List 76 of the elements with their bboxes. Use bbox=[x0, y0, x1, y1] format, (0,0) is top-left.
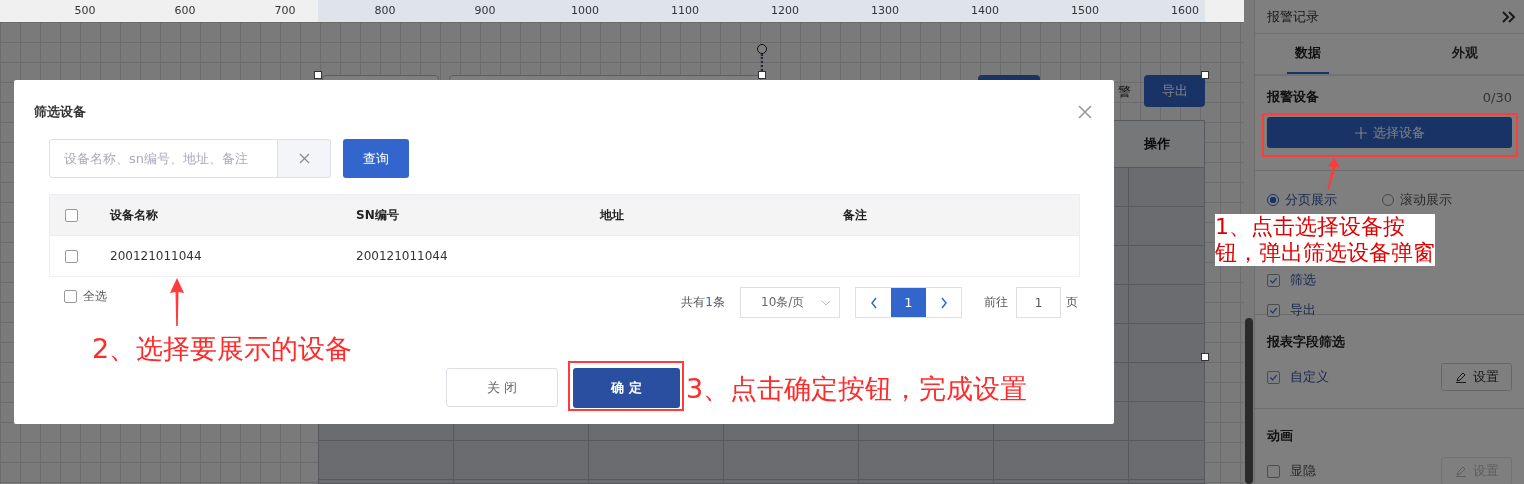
total-count: 共有1条 bbox=[681, 294, 725, 311]
column-header: 地址 bbox=[600, 207, 624, 222]
radio-label: 滚动展示 bbox=[1400, 191, 1453, 209]
checkbox-label: 导出 bbox=[1290, 301, 1317, 319]
page-size-select[interactable]: 10条/页 bbox=[740, 287, 840, 318]
alarm-label: 警 bbox=[1118, 83, 1131, 101]
checkbox[interactable] bbox=[1267, 464, 1281, 478]
ruler-label: 500 bbox=[73, 3, 97, 19]
dialog-title: 筛选设备 bbox=[34, 103, 86, 121]
tab[interactable]: 数据 bbox=[1287, 34, 1330, 74]
double-chevron-icon[interactable] bbox=[1502, 10, 1516, 23]
ruler-label: 1300 bbox=[870, 3, 900, 19]
section-title: 报表字段筛选 bbox=[1267, 334, 1346, 349]
search-field[interactable]: 设备名称、sn编号、地址、备注 bbox=[49, 139, 278, 178]
checkbox[interactable] bbox=[1267, 273, 1281, 287]
query-button[interactable]: 查询 bbox=[343, 139, 409, 178]
radio-button[interactable] bbox=[1267, 194, 1280, 206]
panel-title: 报警记录 bbox=[1267, 7, 1320, 26]
ruler-label: 1000 bbox=[570, 3, 600, 19]
ruler-label: 1100 bbox=[670, 3, 700, 19]
checkbox[interactable] bbox=[1267, 303, 1281, 317]
checkbox-label: 筛选 bbox=[1290, 271, 1317, 289]
checkbox[interactable] bbox=[65, 208, 78, 222]
annotation-text: 3、点击确定按钮，完成设置 bbox=[686, 372, 1028, 406]
confirm-button[interactable]: 确 定 bbox=[573, 368, 680, 408]
plus-icon bbox=[1354, 126, 1367, 139]
checkbox[interactable] bbox=[65, 249, 78, 263]
section-title: 动画 bbox=[1267, 428, 1294, 443]
resize-handle[interactable] bbox=[1201, 353, 1209, 361]
chevron-left-icon bbox=[869, 296, 878, 309]
close-button[interactable]: 关 闭 bbox=[446, 368, 558, 407]
annotation-text: 1、点击选择设备按 钮，弹出筛选设备弹窗 bbox=[1215, 214, 1435, 266]
annotation-text: 2、选择要展示的设备 bbox=[92, 332, 353, 366]
arrow bbox=[1327, 157, 1340, 191]
page-button[interactable]: 1 bbox=[891, 288, 926, 317]
device-count: 0/30 bbox=[1482, 89, 1512, 105]
resize-handle[interactable] bbox=[314, 71, 322, 79]
ruler-label: 1500 bbox=[1070, 3, 1100, 19]
checkbox[interactable] bbox=[1267, 370, 1281, 384]
rotate-handle[interactable] bbox=[757, 44, 767, 54]
checkbox[interactable] bbox=[64, 290, 77, 303]
close-icon[interactable] bbox=[1078, 105, 1092, 119]
checkbox-label: 全选 bbox=[83, 288, 107, 305]
column-header: 设备名称 bbox=[110, 207, 158, 222]
table-cell: 200121011044 bbox=[356, 249, 448, 263]
ruler-label: 700 bbox=[273, 3, 297, 19]
ruler-label: 900 bbox=[473, 3, 497, 19]
checkbox-label: 显隐 bbox=[1290, 462, 1317, 480]
checkbox-label: 自定义 bbox=[1290, 368, 1330, 386]
close-icon bbox=[298, 153, 310, 164]
radio-label: 分页展示 bbox=[1285, 191, 1338, 209]
section-title: 报警设备 bbox=[1267, 88, 1320, 106]
resize-handle[interactable] bbox=[758, 71, 766, 79]
clear-button[interactable] bbox=[278, 139, 331, 178]
pencil-icon bbox=[1454, 465, 1467, 477]
select-device-button[interactable]: 选择设备 bbox=[1267, 117, 1512, 148]
goto-label: 前往 bbox=[984, 294, 1008, 311]
arrow bbox=[170, 278, 184, 326]
table-cell: 200121011044 bbox=[110, 249, 202, 263]
tab[interactable]: 外观 bbox=[1443, 34, 1486, 74]
scrollbar-thumb[interactable] bbox=[1245, 318, 1254, 484]
ruler-label: 1400 bbox=[970, 3, 1000, 19]
pencil-icon bbox=[1454, 371, 1467, 383]
settings-button[interactable]: 设置 bbox=[1441, 363, 1512, 391]
chevron-down-icon bbox=[821, 299, 831, 306]
ruler-label: 600 bbox=[173, 3, 197, 19]
page-input[interactable]: 1 bbox=[1016, 287, 1061, 318]
page-unit: 页 bbox=[1066, 294, 1078, 311]
column-header: SN编号 bbox=[356, 207, 399, 222]
ruler-label: 800 bbox=[373, 3, 397, 19]
chevron-right-icon bbox=[939, 296, 948, 309]
ruler-label: 1200 bbox=[770, 3, 800, 19]
resize-handle[interactable] bbox=[1201, 71, 1209, 79]
column-header: 备注 bbox=[843, 207, 867, 222]
ruler-label: 1600 bbox=[1170, 3, 1200, 19]
export-button[interactable]: 导出 bbox=[1144, 75, 1205, 107]
